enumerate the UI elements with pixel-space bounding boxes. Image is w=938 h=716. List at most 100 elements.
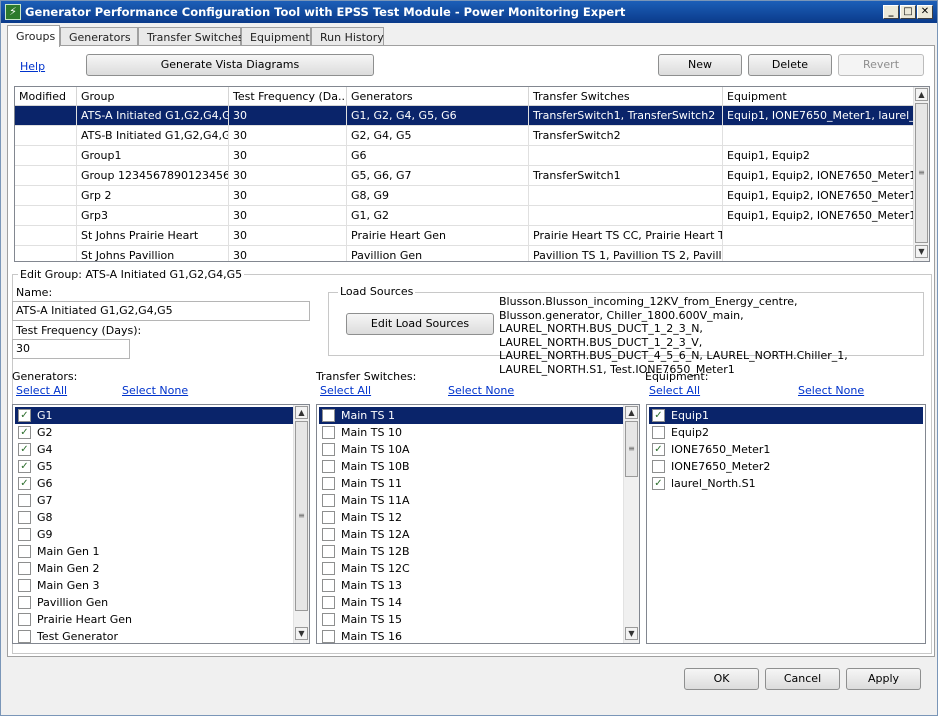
checkbox[interactable] bbox=[322, 460, 335, 473]
transfer-switch-list-item[interactable]: Main TS 12A bbox=[319, 526, 623, 543]
transfer-switch-list-item[interactable]: Main TS 10A bbox=[319, 441, 623, 458]
checkbox[interactable]: ✓ bbox=[18, 443, 31, 456]
tab-equipment[interactable]: Equipment bbox=[241, 27, 311, 46]
checkbox[interactable]: ✓ bbox=[18, 409, 31, 422]
scroll-thumb[interactable]: ≡ bbox=[915, 103, 928, 243]
generator-list-item[interactable]: Prairie Heart Gen bbox=[15, 611, 293, 628]
checkbox[interactable] bbox=[18, 528, 31, 541]
equipment-list[interactable]: ✓ Equip1 Equip2 ✓ IONE7650_Meter1 IONE7650_Me… bbox=[646, 404, 926, 644]
generator-list-item[interactable]: Pavillion Gen bbox=[15, 594, 293, 611]
generator-list-item[interactable]: ✓ G4 bbox=[15, 441, 293, 458]
checkbox[interactable] bbox=[322, 426, 335, 439]
help-link[interactable]: Help bbox=[20, 60, 45, 73]
equipment-list-item[interactable]: ✓ IONE7650_Meter1 bbox=[649, 441, 923, 458]
scroll-thumb[interactable]: ≡ bbox=[295, 421, 308, 611]
table-row[interactable]: Grp 2 30 G8, G9 Equip1, Equip2, IONE7650_Me… bbox=[15, 186, 915, 206]
maximize-button[interactable]: □ bbox=[900, 5, 916, 19]
table-row[interactable]: Grp3 30 G1, G2 Equip1, Equip2, IONE7650_Met… bbox=[15, 206, 915, 226]
checkbox[interactable]: ✓ bbox=[652, 443, 665, 456]
equipment-select-none-link[interactable]: Select None bbox=[798, 384, 864, 397]
generate-vista-diagrams-button[interactable]: Generate Vista Diagrams bbox=[86, 54, 374, 76]
checkbox[interactable] bbox=[18, 596, 31, 609]
scroll-down-icon[interactable]: ▼ bbox=[625, 627, 638, 640]
table-row[interactable]: Group1 30 G6 Equip1, Equip2 bbox=[15, 146, 915, 166]
close-button[interactable]: ✕ bbox=[917, 5, 933, 19]
equipment-list-item[interactable]: ✓ laurel_North.S1 bbox=[649, 475, 923, 492]
scroll-thumb[interactable]: ≡ bbox=[625, 421, 638, 477]
generator-list-item[interactable]: ✓ G6 bbox=[15, 475, 293, 492]
scroll-down-icon[interactable]: ▼ bbox=[295, 627, 308, 640]
checkbox[interactable] bbox=[18, 630, 31, 643]
checkbox[interactable]: ✓ bbox=[18, 426, 31, 439]
transfer-switches-list[interactable]: Main TS 1 Main TS 10 Main TS 10A Main TS 10… bbox=[316, 404, 640, 644]
new-button[interactable]: New bbox=[658, 54, 742, 76]
column-header-group[interactable]: Group bbox=[77, 87, 229, 106]
minimize-button[interactable]: _ bbox=[883, 5, 899, 19]
transfer-switch-list-item[interactable]: Main TS 12B bbox=[319, 543, 623, 560]
checkbox[interactable] bbox=[18, 613, 31, 626]
generator-list-item[interactable]: G8 bbox=[15, 509, 293, 526]
column-header-generators[interactable]: Generators bbox=[347, 87, 529, 106]
table-row[interactable]: ATS-B Initiated G1,G2,G4,G5 30 G2, G4, G5 T… bbox=[15, 126, 915, 146]
apply-button[interactable]: Apply bbox=[846, 668, 921, 690]
generator-list-item[interactable]: ✓ G5 bbox=[15, 458, 293, 475]
scroll-down-icon[interactable]: ▼ bbox=[915, 245, 928, 258]
generators-select-all-link[interactable]: Select All bbox=[16, 384, 67, 397]
column-header-modified[interactable]: Modified bbox=[15, 87, 77, 106]
checkbox[interactable] bbox=[18, 562, 31, 575]
transfer-switch-list-item[interactable]: Main TS 14 bbox=[319, 594, 623, 611]
scroll-up-icon[interactable]: ▲ bbox=[295, 406, 308, 419]
generator-list-item[interactable]: Test Generator bbox=[15, 628, 293, 643]
cancel-button[interactable]: Cancel bbox=[765, 668, 840, 690]
equipment-list-item[interactable]: Equip2 bbox=[649, 424, 923, 441]
checkbox[interactable] bbox=[322, 630, 335, 643]
generator-list-item[interactable]: G9 bbox=[15, 526, 293, 543]
transfer-switch-list-item[interactable]: Main TS 11 bbox=[319, 475, 623, 492]
generator-list-item[interactable]: ✓ G1 bbox=[15, 407, 293, 424]
transfer-switches-select-none-link[interactable]: Select None bbox=[448, 384, 514, 397]
checkbox[interactable] bbox=[322, 511, 335, 524]
transfer-switch-list-item[interactable]: Main TS 15 bbox=[319, 611, 623, 628]
generator-list-item[interactable]: ✓ G2 bbox=[15, 424, 293, 441]
generators-select-none-link[interactable]: Select None bbox=[122, 384, 188, 397]
checkbox[interactable] bbox=[322, 613, 335, 626]
transfer-switch-list-item[interactable]: Main TS 13 bbox=[319, 577, 623, 594]
checkbox[interactable] bbox=[322, 579, 335, 592]
transfer-switch-list-item[interactable]: Main TS 10B bbox=[319, 458, 623, 475]
table-row[interactable]: ATS-A Initiated G1,G2,G4,G5 30 G1, G2, G4,… bbox=[15, 106, 915, 126]
table-row[interactable]: Group 12345678901234567...30G5, G6, G7Tr… bbox=[15, 166, 915, 186]
grid-scrollbar[interactable]: ▲ ≡ ▼ bbox=[913, 87, 929, 261]
generator-list-item[interactable]: Main Gen 2 bbox=[15, 560, 293, 577]
scroll-up-icon[interactable]: ▲ bbox=[915, 88, 928, 101]
checkbox[interactable] bbox=[652, 426, 665, 439]
column-header-equipment[interactable]: Equipment bbox=[723, 87, 915, 106]
transfer-switch-list-item[interactable]: Main TS 11A bbox=[319, 492, 623, 509]
checkbox[interactable] bbox=[322, 545, 335, 558]
checkbox[interactable] bbox=[18, 494, 31, 507]
transfer-switch-list-item[interactable]: Main TS 10 bbox=[319, 424, 623, 441]
transfer-switch-list-item[interactable]: Main TS 16 bbox=[319, 628, 623, 643]
checkbox[interactable] bbox=[322, 443, 335, 456]
revert-button[interactable]: Revert bbox=[838, 54, 924, 76]
tab-transfer-switches[interactable]: Transfer Switches bbox=[138, 27, 244, 46]
column-header-test-frequency[interactable]: Test Frequency (Da... bbox=[229, 87, 347, 106]
table-row[interactable]: St Johns Prairie Heart 30 Prairie Heart Ge… bbox=[15, 226, 915, 246]
transfer-switches-scrollbar[interactable]: ▲ ≡ ▼ bbox=[623, 405, 639, 643]
tab-run-history[interactable]: Run History bbox=[311, 27, 384, 46]
equipment-select-all-link[interactable]: Select All bbox=[649, 384, 700, 397]
equipment-list-item[interactable]: IONE7650_Meter2 bbox=[649, 458, 923, 475]
generator-list-item[interactable]: Main Gen 1 bbox=[15, 543, 293, 560]
checkbox[interactable] bbox=[322, 528, 335, 541]
tab-generators[interactable]: Generators bbox=[60, 27, 138, 46]
checkbox[interactable] bbox=[18, 545, 31, 558]
ok-button[interactable]: OK bbox=[684, 668, 759, 690]
checkbox[interactable] bbox=[18, 579, 31, 592]
groups-grid[interactable]: Modified Group Test Frequency (Da... Gen… bbox=[14, 86, 930, 262]
checkbox[interactable] bbox=[322, 494, 335, 507]
checkbox[interactable]: ✓ bbox=[652, 409, 665, 422]
checkbox[interactable]: ✓ bbox=[18, 460, 31, 473]
edit-load-sources-button[interactable]: Edit Load Sources bbox=[346, 313, 494, 335]
column-header-transfer-switches[interactable]: Transfer Switches bbox=[529, 87, 723, 106]
tab-groups[interactable]: Groups bbox=[7, 25, 60, 47]
generators-list[interactable]: ✓ G1 ✓ G2 ✓ G4 ✓ G5 ✓ G6 G7 G8 G9 Main Gen 1 Main Gen … bbox=[12, 404, 310, 644]
